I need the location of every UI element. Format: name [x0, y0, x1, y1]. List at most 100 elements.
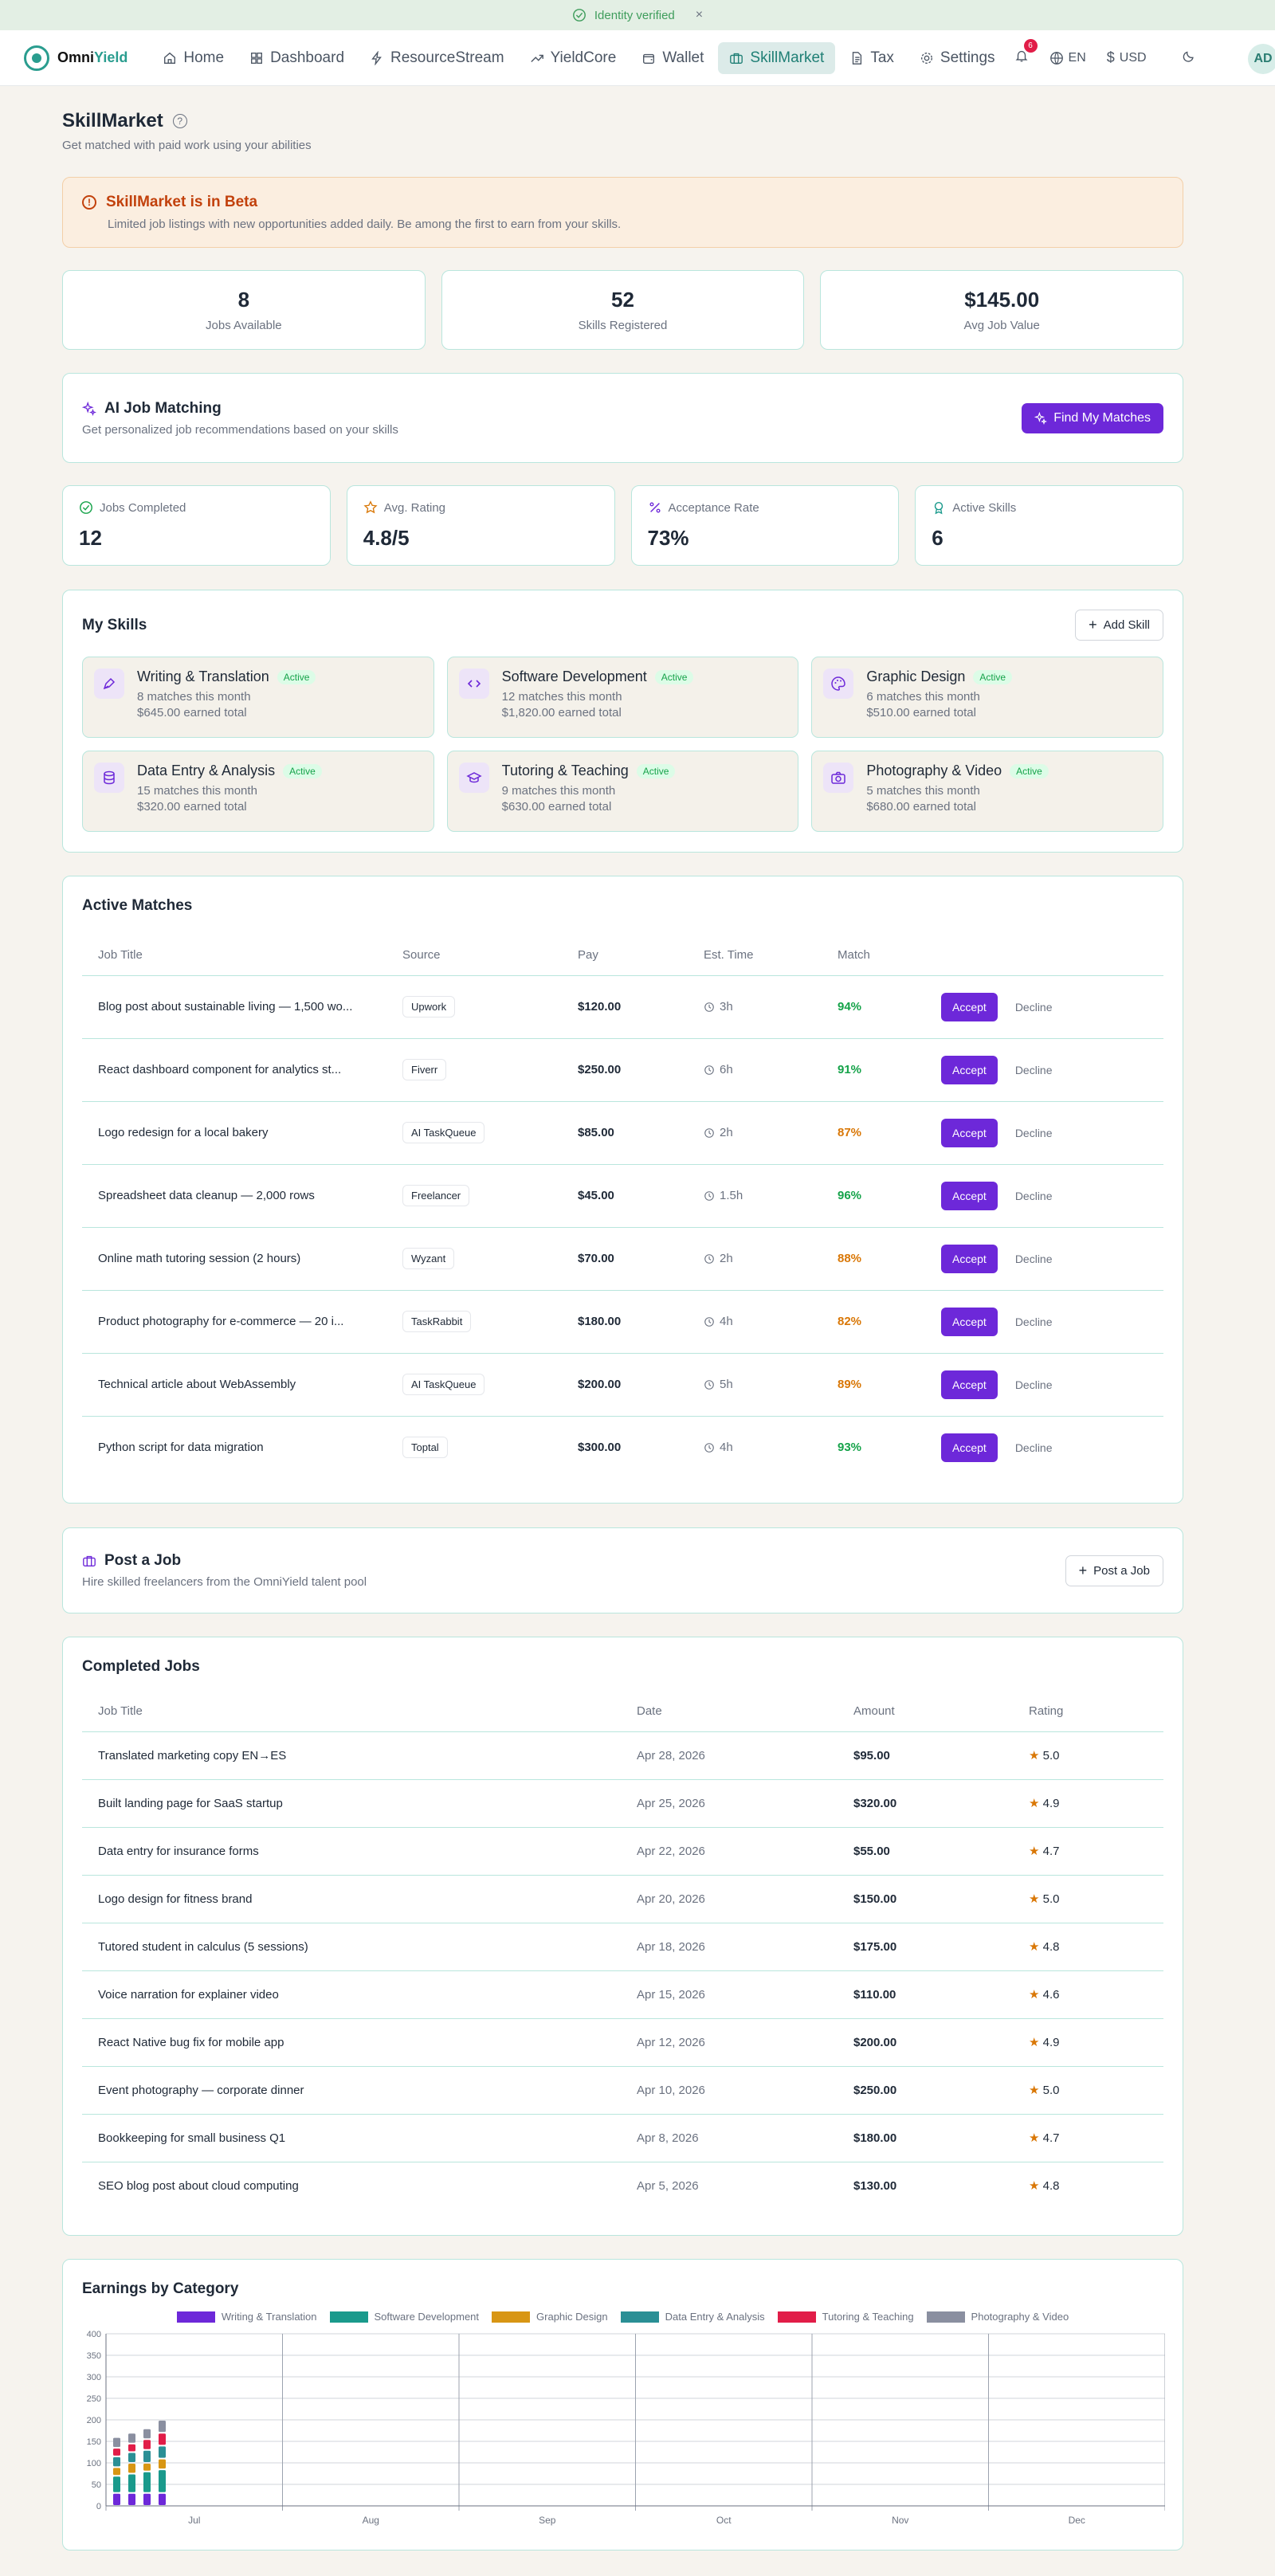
- chart-bar-segment: [128, 2452, 135, 2462]
- x-tick-label: Dec: [1069, 2515, 1085, 2526]
- kpi-acceptance-rate: Acceptance Rate 73%: [630, 485, 900, 566]
- language-selector[interactable]: EN: [1049, 51, 1086, 65]
- help-icon[interactable]: ?: [172, 114, 187, 128]
- decline-button[interactable]: Decline: [1015, 1441, 1053, 1454]
- accept-button[interactable]: Accept: [941, 1370, 998, 1399]
- legend-swatch: [777, 2311, 816, 2323]
- column-header: Pay: [562, 935, 688, 976]
- decline-button[interactable]: Decline: [1015, 1378, 1053, 1391]
- clock-icon: [704, 1379, 714, 1390]
- decline-button[interactable]: Decline: [1015, 1064, 1053, 1076]
- column-header: Match: [822, 935, 925, 976]
- nav-item-tax[interactable]: Tax: [838, 42, 905, 74]
- skill-card[interactable]: Software Development Active 12 matches th…: [446, 657, 799, 738]
- legend-item[interactable]: Data Entry & Analysis: [620, 2311, 765, 2323]
- match-percent: 93%: [838, 1441, 862, 1455]
- job-rating: 4.8: [1042, 2179, 1060, 2194]
- nav-item-skillmarket[interactable]: SkillMarket: [718, 41, 836, 74]
- legend-item[interactable]: Software Development: [329, 2311, 479, 2323]
- theme-toggle[interactable]: [1182, 49, 1196, 67]
- table-row: Technical article about WebAssembly AI T…: [82, 1353, 1163, 1417]
- skill-card[interactable]: Graphic Design Active 6 matches this mont…: [811, 657, 1163, 738]
- decline-button[interactable]: Decline: [1015, 1001, 1053, 1014]
- post-a-job-button[interactable]: + Post a Job: [1065, 1555, 1163, 1586]
- x-tick-label: Nov: [892, 2515, 908, 2526]
- close-icon[interactable]: ×: [696, 8, 703, 22]
- briefcase-icon: [83, 1555, 96, 1566]
- accept-button[interactable]: Accept: [941, 1244, 998, 1273]
- skill-name: Writing & Translation: [137, 669, 269, 684]
- match-percent: 91%: [822, 1038, 925, 1102]
- job-amount: $130.00: [853, 2178, 897, 2193]
- kpi-label: Avg. Rating: [383, 500, 446, 515]
- add-skill-button[interactable]: + Add Skill: [1075, 610, 1163, 641]
- find-my-matches-button[interactable]: Find My Matches: [1022, 402, 1163, 433]
- skill-earned: $1,820.00 earned total: [501, 706, 622, 719]
- column-header: Amount: [838, 1692, 1013, 1732]
- decline-button[interactable]: Decline: [1015, 1253, 1053, 1265]
- chart-bar-segment: [113, 2456, 120, 2467]
- legend-item[interactable]: Writing & Translation: [176, 2311, 317, 2323]
- pay-value: $180.00: [562, 1290, 688, 1354]
- decline-button[interactable]: Decline: [1015, 1315, 1053, 1328]
- accept-button[interactable]: Accept: [941, 1181, 998, 1210]
- award-icon: [935, 501, 944, 515]
- skill-matches: 6 matches this month: [866, 690, 980, 704]
- nav-item-yieldcore[interactable]: YieldCore: [519, 42, 628, 74]
- language-label: EN: [1068, 50, 1086, 65]
- column-header: Source: [386, 935, 562, 976]
- clock-icon: [704, 1442, 714, 1453]
- check-circle-icon: [572, 9, 586, 22]
- job-rating: 5.0: [1042, 2084, 1060, 2097]
- skill-card[interactable]: Data Entry & Analysis Active 15 matches t…: [82, 751, 434, 832]
- nav-item-resourcestream[interactable]: ResourceStream: [359, 42, 516, 74]
- logo-text-b: Yield: [94, 49, 128, 65]
- job-title: Online math tutoring session (2 hours): [82, 1227, 386, 1291]
- accept-button[interactable]: Accept: [941, 1433, 998, 1462]
- sparkles-icon: [82, 401, 96, 416]
- notifications-button[interactable]: 6: [1014, 39, 1038, 67]
- time-value: 2h: [720, 1126, 733, 1139]
- x-tick-label: Oct: [716, 2515, 732, 2526]
- accept-button[interactable]: Accept: [941, 1055, 998, 1084]
- time-value: 2h: [720, 1252, 733, 1265]
- match-percent: 88%: [822, 1227, 925, 1291]
- logo-text-a: Omni: [57, 49, 95, 65]
- legend-item[interactable]: Graphic Design: [492, 2311, 608, 2323]
- skill-matches: 8 matches this month: [137, 690, 251, 704]
- job-title: Built landing page for SaaS startup: [82, 1779, 621, 1828]
- decline-button[interactable]: Decline: [1015, 1127, 1053, 1139]
- time-value: 1.5h: [720, 1189, 743, 1202]
- chart-bar-segment: [159, 2470, 166, 2492]
- job-date: Apr 5, 2026: [637, 2178, 699, 2193]
- skill-card[interactable]: Tutoring & Teaching Active 9 matches this…: [446, 751, 799, 832]
- decline-button[interactable]: Decline: [1015, 1190, 1053, 1202]
- accept-button[interactable]: Accept: [941, 992, 998, 1021]
- avatar[interactable]: AD: [1248, 44, 1275, 74]
- currency-selector[interactable]: $ USD: [1107, 49, 1147, 66]
- stat-jobs-available: 8 Jobs Available: [62, 270, 426, 350]
- app-logo[interactable]: OmniYield: [24, 45, 128, 71]
- nav-item-wallet[interactable]: Wallet: [630, 42, 715, 74]
- kpi-value: 4.8/5: [363, 526, 410, 550]
- accept-button[interactable]: Accept: [941, 1307, 998, 1336]
- skill-card[interactable]: Photography & Video Active 5 matches this…: [811, 751, 1163, 832]
- legend-label: Photography & Video: [971, 2311, 1069, 2323]
- legend-item[interactable]: Tutoring & Teaching: [777, 2311, 914, 2323]
- nav-item-settings[interactable]: Settings: [908, 42, 1006, 74]
- skill-icon-wrap: [94, 669, 124, 699]
- legend-item[interactable]: Photography & Video: [926, 2311, 1069, 2323]
- column-header-actions: [925, 935, 1163, 976]
- nav-item-home[interactable]: Home: [151, 42, 235, 74]
- beta-text: Limited job listings with new opportunit…: [108, 218, 622, 231]
- pay-value: $70.00: [562, 1227, 688, 1291]
- accept-button[interactable]: Accept: [941, 1118, 998, 1147]
- legend-swatch: [492, 2311, 531, 2323]
- table-row: Event photography — corporate dinner Apr…: [82, 2066, 1163, 2115]
- source-tag: AI TaskQueue: [402, 1122, 485, 1143]
- skill-card[interactable]: Writing & Translation Active 8 matches th…: [82, 657, 434, 738]
- wallet-icon: [643, 53, 655, 64]
- post-subtitle: Hire skilled freelancers from the OmniYi…: [82, 1575, 367, 1589]
- currency-label: USD: [1119, 50, 1147, 65]
- nav-item-dashboard[interactable]: Dashboard: [238, 42, 355, 74]
